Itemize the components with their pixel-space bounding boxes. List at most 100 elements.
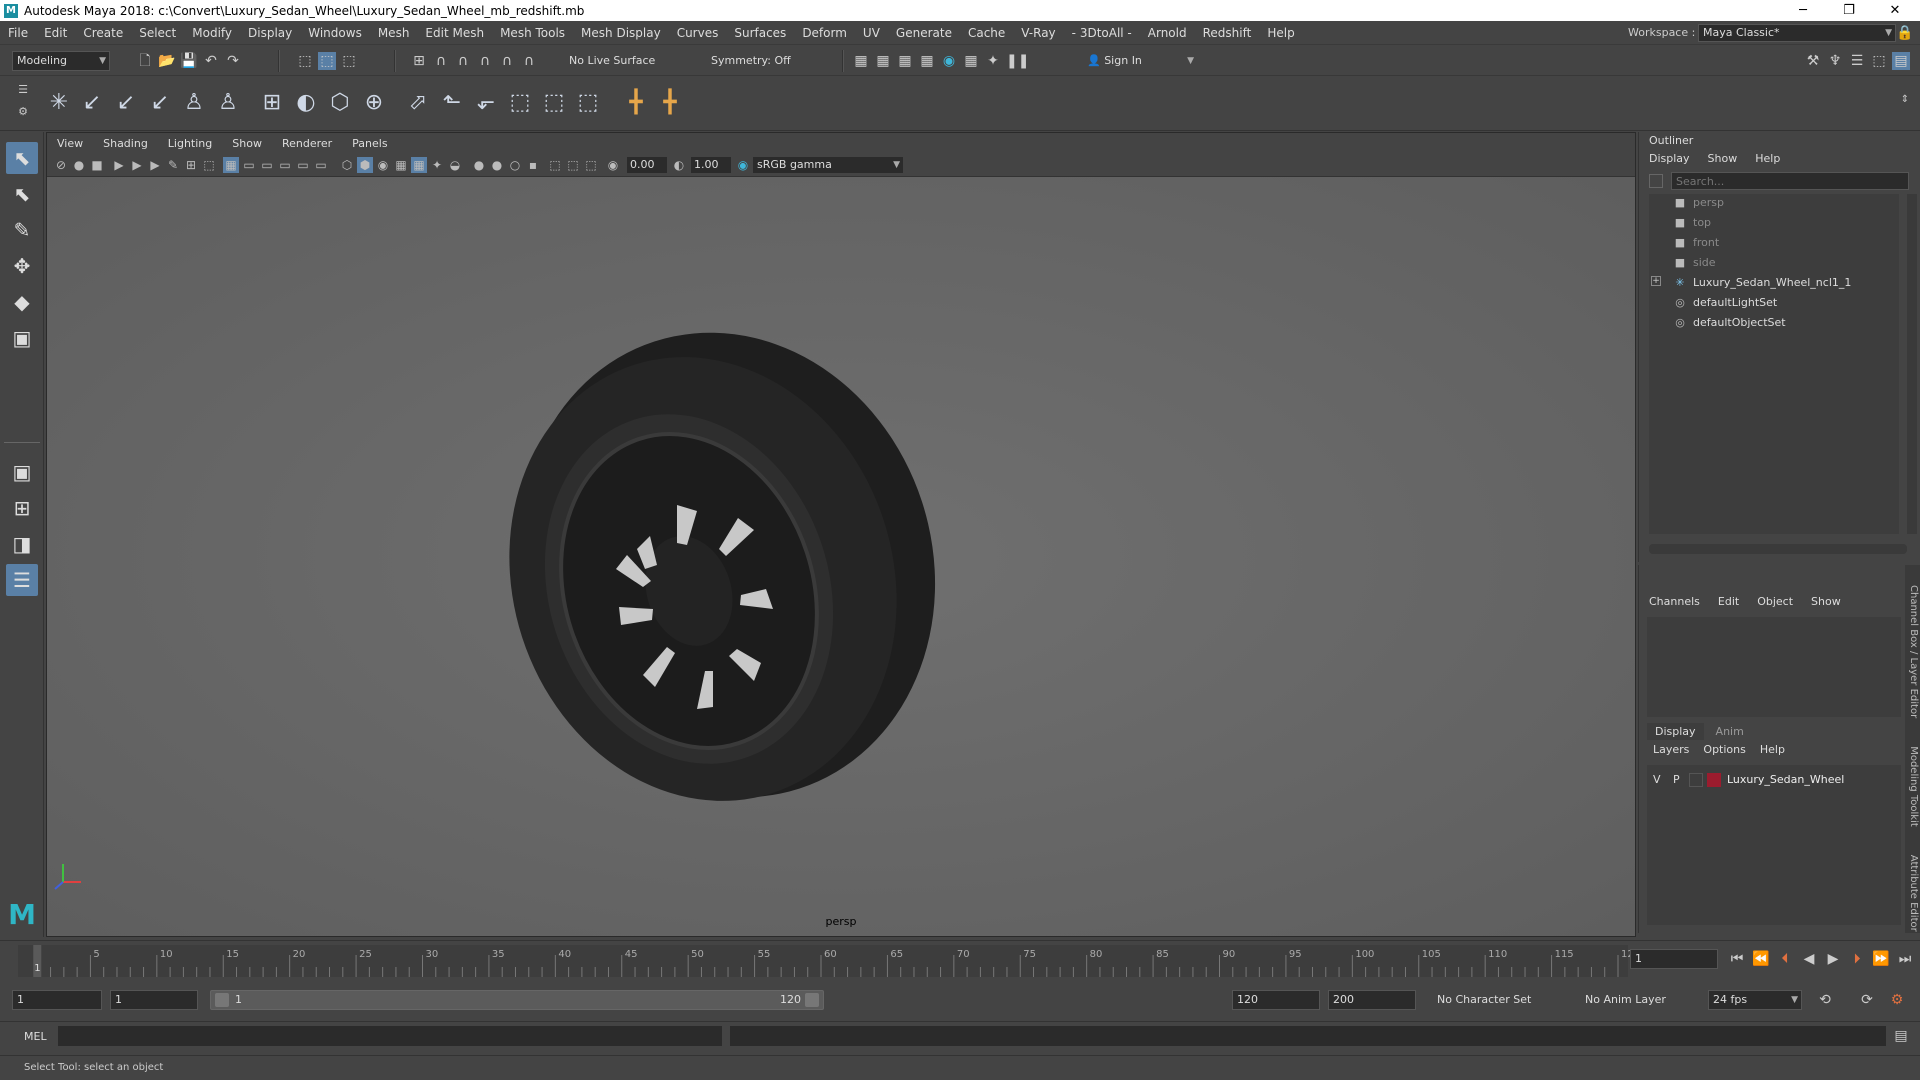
layer-menu-options[interactable]: Options: [1703, 743, 1745, 756]
combine-icon[interactable]: ⬚: [506, 89, 534, 117]
viewport-menu-panels[interactable]: Panels: [342, 137, 397, 150]
anim-layer-select[interactable]: No Anim Layer: [1580, 990, 1700, 1010]
ipr-render-icon[interactable]: ▦: [896, 52, 914, 70]
select-camera-icon[interactable]: ⊘: [53, 157, 69, 173]
rotate-tool-icon[interactable]: ◆: [6, 286, 38, 318]
range-slider[interactable]: 1 120: [210, 990, 824, 1010]
snap-curve-icon[interactable]: ∩: [432, 52, 450, 70]
use-all-lights-icon[interactable]: ▦: [411, 157, 427, 173]
persp-outliner-layout-icon[interactable]: ◨: [6, 528, 38, 560]
menu-help[interactable]: Help: [1259, 26, 1302, 40]
live-surface-field[interactable]: No Live Surface: [564, 51, 664, 71]
menu-display[interactable]: Display: [240, 26, 300, 40]
scroll-arrows-icon[interactable]: ⇕: [1896, 91, 1914, 109]
end-frame-field[interactable]: 200: [1328, 990, 1416, 1010]
menu-deform[interactable]: Deform: [794, 26, 855, 40]
lock-icon[interactable]: 🔒: [1896, 24, 1914, 42]
outliner-layout-icon[interactable]: ☰: [6, 564, 38, 596]
create-locator-icon[interactable]: ✳: [45, 89, 73, 117]
symmetry-field[interactable]: Symmetry: Off: [706, 51, 806, 71]
polygon-cube-icon[interactable]: ⬡: [326, 89, 354, 117]
render-setup-icon[interactable]: ▦: [962, 52, 980, 70]
attribute-editor-icon[interactable]: ☰: [1848, 52, 1866, 70]
3d-viewport[interactable]: persp: [47, 177, 1635, 936]
lattice-icon[interactable]: ↙: [112, 89, 140, 117]
menu-v-ray[interactable]: V-Ray: [1013, 26, 1063, 40]
textured-icon[interactable]: ▦: [393, 157, 409, 173]
layer-tab-anim[interactable]: Anim: [1708, 723, 1752, 740]
menu-3dtoall[interactable]: - 3DtoAll -: [1064, 26, 1140, 40]
playback-start-field[interactable]: 1: [110, 990, 198, 1010]
outliner-item[interactable]: ■ front: [1649, 234, 1899, 252]
resolution-gate-icon[interactable]: ▭: [241, 157, 257, 173]
side-tab-modeling-toolkit[interactable]: Modeling Toolkit: [1908, 746, 1919, 827]
menu-mesh-display[interactable]: Mesh Display: [573, 26, 669, 40]
light-editor-icon[interactable]: ✦: [984, 52, 1002, 70]
outliner-item[interactable]: + ✳ Luxury_Sedan_Wheel_ncl1_1: [1649, 274, 1899, 292]
redo-icon[interactable]: ↷: [224, 52, 242, 70]
bevel-icon[interactable]: ⬑: [438, 89, 466, 117]
close-button[interactable]: ✕: [1872, 0, 1918, 21]
menu-curves[interactable]: Curves: [669, 26, 727, 40]
bend-icon[interactable]: ↙: [146, 89, 174, 117]
extrude-icon[interactable]: ⬀: [404, 89, 432, 117]
color-space-select[interactable]: sRGB gamma ▼: [753, 157, 903, 173]
layer-playback-toggle[interactable]: P: [1673, 773, 1680, 786]
go-to-start-icon[interactable]: ⏮: [1728, 950, 1746, 968]
render-frame-icon[interactable]: ▦: [852, 52, 870, 70]
snap-grid-icon[interactable]: ⊞: [410, 52, 428, 70]
outliner-menu-help[interactable]: Help: [1755, 152, 1780, 165]
layer-type-toggle[interactable]: [1689, 773, 1703, 787]
separate-icon[interactable]: ⬚: [540, 89, 568, 117]
start-frame-field[interactable]: 1: [12, 990, 102, 1010]
loop-icon[interactable]: ⟲: [1816, 991, 1834, 1009]
channel-menu-object[interactable]: Object: [1757, 595, 1793, 608]
polygon-sphere-icon[interactable]: ◐: [292, 89, 320, 117]
lasso-tool-icon[interactable]: ⬉: [6, 178, 38, 210]
smooth-icon[interactable]: ⬚: [574, 89, 602, 117]
menu-modify[interactable]: Modify: [184, 26, 240, 40]
time-slider[interactable]: 5 10 15 20 25 30 35 40 45 50 55 60 65 70 75 80 85 90 95 100…: [0, 940, 1920, 980]
smooth-shade-icon[interactable]: ⬢: [357, 157, 373, 173]
outliner-item[interactable]: ■ side: [1649, 254, 1899, 272]
channel-menu-channels[interactable]: Channels: [1649, 595, 1700, 608]
select-hierarchy-icon[interactable]: ⬚: [296, 52, 314, 70]
human-ik-icon[interactable]: ♆: [1826, 52, 1844, 70]
command-input[interactable]: [58, 1026, 722, 1046]
outliner-item[interactable]: ◎ defaultLightSet: [1649, 294, 1899, 312]
gamma-field[interactable]: 1.00: [691, 157, 731, 173]
move-tool-icon[interactable]: ✥: [6, 250, 38, 282]
snap-view-icon[interactable]: ∩: [476, 52, 494, 70]
skeleton-icon[interactable]: ♙: [180, 89, 208, 117]
select-tool-icon[interactable]: ⬉: [6, 142, 38, 174]
select-component-icon[interactable]: ⬚: [340, 52, 358, 70]
film-gate-icon[interactable]: ⬚: [201, 157, 217, 173]
maximize-button[interactable]: ❐: [1826, 0, 1872, 21]
menu-mesh[interactable]: Mesh: [370, 26, 418, 40]
layer-row[interactable]: V P Luxury_Sedan_Wheel: [1647, 771, 1901, 789]
menu-arnold[interactable]: Arnold: [1140, 26, 1195, 40]
fps-select[interactable]: 24 fps ▼: [1708, 990, 1802, 1010]
skin-icon[interactable]: ♙: [214, 89, 242, 117]
shelf-settings-icon[interactable]: ⚙: [14, 103, 32, 121]
xray-icon[interactable]: ⬚: [547, 157, 563, 173]
script-editor-icon[interactable]: ▤: [1892, 1027, 1910, 1045]
menu-uv[interactable]: UV: [855, 26, 888, 40]
modeling-toolkit-icon[interactable]: ⚒: [1804, 52, 1822, 70]
camera-attributes-icon[interactable]: ●: [71, 157, 87, 173]
safe-title-icon[interactable]: ▭: [313, 157, 329, 173]
outliner-menu-display[interactable]: Display: [1649, 152, 1690, 165]
gamma-icon[interactable]: ◐: [671, 157, 687, 173]
step-back-key-icon[interactable]: ⏴: [1776, 950, 1794, 968]
shadows-icon[interactable]: ✦: [429, 157, 445, 173]
go-to-end-icon[interactable]: ⏭: [1896, 950, 1914, 968]
menu-file[interactable]: File: [0, 26, 36, 40]
menu-edit[interactable]: Edit: [36, 26, 75, 40]
range-handle-left[interactable]: [215, 993, 229, 1007]
depth-of-field-icon[interactable]: ○: [507, 157, 523, 173]
multi-cut-icon[interactable]: ╋: [656, 89, 684, 117]
play-backwards-icon[interactable]: ◀: [1800, 950, 1818, 968]
menu-cache[interactable]: Cache: [960, 26, 1013, 40]
cluster-icon[interactable]: ↙: [78, 89, 106, 117]
outliner-search-input[interactable]: [1671, 172, 1909, 190]
